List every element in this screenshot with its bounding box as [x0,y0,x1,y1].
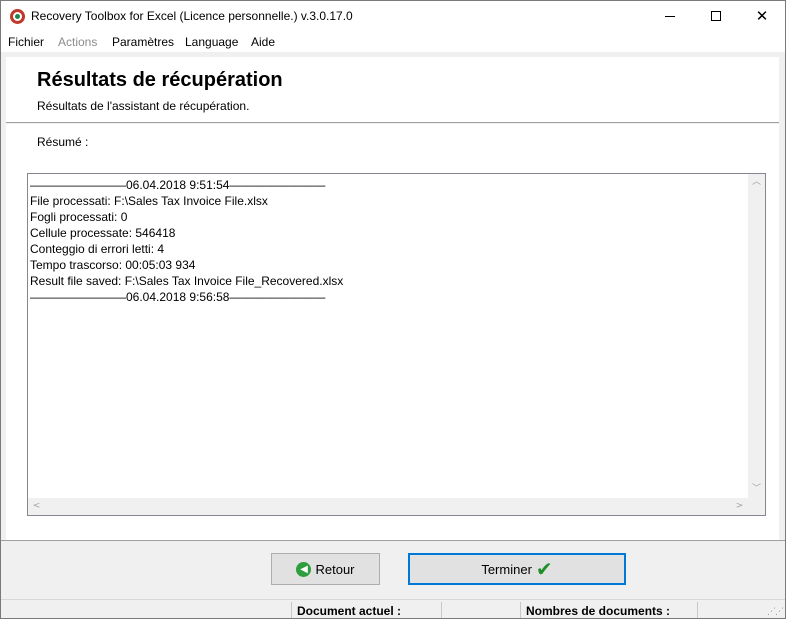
status-divider [441,602,442,618]
resize-grip-icon[interactable]: ⋰⋰ [767,607,784,617]
minimize-button[interactable] [647,1,693,31]
arrow-left-icon: ◀ [296,561,312,577]
finish-button-label: Terminer [481,561,532,577]
horizontal-scrollbar[interactable]: < > [28,498,748,515]
finish-button[interactable]: Terminer ✔ [408,553,626,585]
summary-label: Résumé : [37,135,89,149]
page-subtitle: Résultats de l'assistant de récupération… [37,99,250,113]
scroll-down-icon[interactable]: ﹀ [748,481,765,498]
log-line: ————————06.04.2018 9:56:58———————— [30,290,326,304]
status-divider [291,602,292,618]
menu-actions[interactable]: Actions [58,35,97,49]
close-icon: ✕ [755,6,769,25]
page-header: Résultats de récupération Résultats de l… [6,57,779,123]
checkmark-icon: ✔ [535,557,553,581]
content-panel: Résumé : ————————06.04.2018 9:51:54—————… [6,124,779,540]
menu-aide[interactable]: Aide [251,35,275,49]
scroll-left-icon[interactable]: < [28,498,45,515]
status-divider [697,602,698,618]
menu-bar: Fichier Actions Paramètres Language Aide [1,31,785,53]
log-line: Cellule processate: 546418 [30,226,176,240]
status-document-count: Nombres de documents : [526,604,671,618]
minimize-icon [665,15,675,17]
log-line: File processati: F:\Sales Tax Invoice Fi… [30,194,268,208]
vertical-scrollbar[interactable]: ︿ ﹀ [748,174,765,498]
maximize-icon [711,11,721,21]
log-line: Fogli processati: 0 [30,210,128,224]
scroll-up-icon[interactable]: ︿ [748,174,765,191]
summary-log[interactable]: ————————06.04.2018 9:51:54———————— File … [27,173,766,516]
button-bar: ◀ Retour Terminer ✔ [1,540,785,598]
maximize-button[interactable] [693,1,739,31]
page-title: Résultats de récupération [37,69,283,91]
status-current-document: Document actuel : [297,604,402,618]
log-line: Tempo trascorso: 00:05:03 934 [30,258,196,272]
app-window: Recovery Toolbox for Excel (Licence pers… [0,0,786,619]
app-icon [10,9,25,24]
menu-parametres[interactable]: Paramètres [112,35,174,49]
status-divider [520,602,521,618]
status-bar: Document actuel : Nombres de documents :… [1,599,785,618]
back-button-label: Retour [315,561,355,577]
back-button[interactable]: ◀ Retour [271,553,380,585]
log-lines: ————————06.04.2018 9:51:54———————— File … [30,177,742,305]
log-line: Result file saved: F:\Sales Tax Invoice … [30,274,344,288]
close-button[interactable]: ✕ [739,1,785,31]
title-bar: Recovery Toolbox for Excel (Licence pers… [1,1,785,31]
log-line: ————————06.04.2018 9:51:54———————— [30,178,326,192]
menu-language[interactable]: Language [185,35,238,49]
window-title: Recovery Toolbox for Excel (Licence pers… [31,9,353,23]
log-line: Conteggio di errori letti: 4 [30,242,165,256]
scroll-right-icon[interactable]: > [731,498,748,515]
menu-fichier[interactable]: Fichier [8,35,44,49]
scroll-corner [748,498,765,515]
